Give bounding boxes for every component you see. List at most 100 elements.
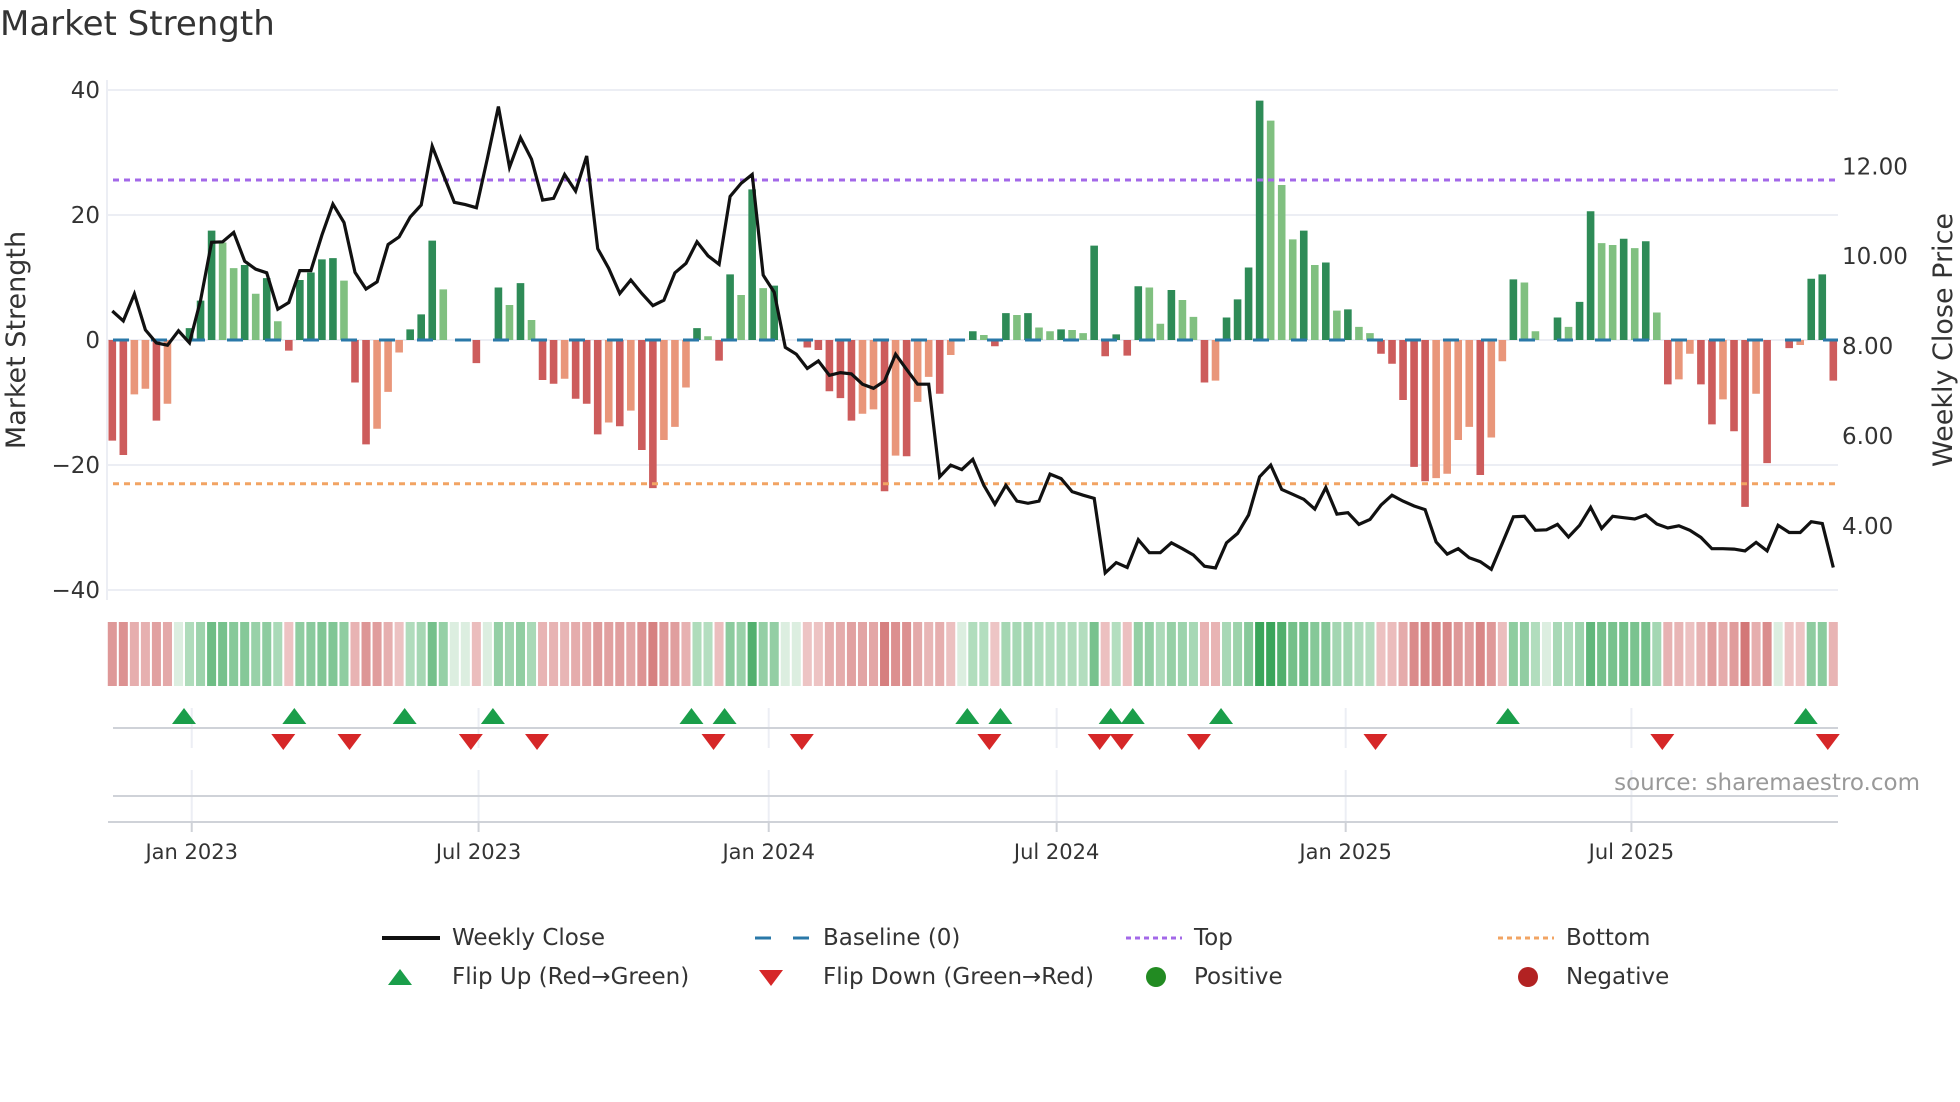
heat-cell [946,622,956,686]
positive-bar [296,280,304,340]
negative-bar [130,340,139,395]
negative-bar [660,340,668,440]
negative-bar [682,340,690,388]
heat-cell [1244,622,1254,686]
heat-cell [1222,622,1232,686]
positive-bar [1322,262,1330,340]
heat-cell [979,622,989,686]
negative-bar [373,340,381,429]
heat-cell [1100,622,1110,686]
heat-cell [692,622,702,686]
heat-cell [615,622,625,686]
heat-cell [460,622,470,686]
negative-bar [141,340,150,389]
flip-down-marker [1186,734,1211,750]
circle-icon [1146,967,1166,987]
heat-cell [1133,622,1143,686]
legend-positive[interactable]: Positive [1126,964,1283,990]
flip-up-marker [1120,708,1145,724]
positive-bar [340,280,348,340]
negative-bar [913,340,922,402]
positive-bar [1277,185,1286,340]
negative-bar [582,340,591,404]
heat-cell [162,622,172,686]
heat-strip [107,622,1838,686]
heat-cell [1023,622,1033,686]
negative-bar [1752,340,1760,394]
axes: 40 20 0 −20 −40 12.00 10.00 8.00 6.00 4.00 Jan 202… [1,78,1959,864]
flip-down-marker [1087,734,1112,750]
legend-negative[interactable]: Negative [1498,964,1669,990]
positive-bar [1553,317,1562,340]
positive-bar [1641,241,1650,340]
negative-bar [119,340,128,455]
heat-cell [1012,622,1022,686]
positive-bar [1630,248,1639,340]
positive-bar [1310,265,1319,340]
flip-up-marker [955,708,980,724]
heat-cell [1751,622,1761,686]
negative-bar [549,340,558,384]
positive-bar [1156,323,1165,340]
heat-cell [173,622,184,686]
negative-bar [1686,340,1694,354]
legend-top[interactable]: Top [1126,925,1233,951]
positive-bar [1818,274,1827,340]
heat-cell [1321,622,1331,686]
heat-cell [372,622,382,686]
heat-cell [1497,622,1507,686]
heat-cell [1067,622,1077,686]
heat-cell [394,622,404,686]
heat-cell [129,622,139,686]
negative-bar [715,340,723,361]
positive-bar [1189,316,1198,340]
heat-cell [1575,622,1585,686]
legend-weekly-close[interactable]: Weekly Close [382,925,605,951]
positive-bar [1586,211,1595,340]
flip-up-marker [679,708,704,724]
negative-bar [108,340,117,441]
legend-flip-up[interactable]: Flip Up (Red→Green) [382,964,689,990]
negative-bar [1763,340,1771,464]
positive-bar [406,329,414,340]
heat-cell [1199,622,1209,686]
negative-bar [593,340,602,435]
heat-cell [1332,622,1342,686]
heat-cell [1707,622,1717,686]
positive-bar [1145,287,1154,340]
heat-cell [571,622,581,686]
heat-cell [229,622,239,686]
heat-cell [957,622,967,686]
dashed-line-icon [755,936,811,940]
heat-cell [1541,622,1551,686]
legend-bottom[interactable]: Bottom [1498,925,1650,951]
flip-up-marker [1495,708,1520,724]
heat-cell [1166,622,1176,686]
heat-cell [107,622,117,686]
heat-cell [1718,622,1728,686]
heat-cell [1442,622,1452,686]
positive-bar [726,274,734,340]
positive-bar [1079,333,1087,340]
heat-cell [1475,622,1485,686]
flip-up-marker [1209,708,1234,724]
heat-cell [769,622,779,686]
solid-line-icon [382,936,440,940]
positive-bar [1178,300,1187,340]
positive-bar [527,320,536,340]
circle-icon [1518,967,1538,987]
y-axis-title: Market Strength [1,231,32,449]
positive-bar [505,305,514,340]
positive-bar [1520,282,1529,340]
legend-label: Weekly Close [452,925,605,951]
legend-flip-down[interactable]: Flip Down (Green→Red) [755,964,1094,990]
flip-down-marker [271,734,296,750]
legend-baseline[interactable]: Baseline (0) [755,925,960,951]
positive-bar [417,314,425,340]
negative-bar [836,340,845,399]
heat-cell [438,622,448,686]
heat-cell [1056,622,1066,686]
positive-bar [428,240,437,340]
negative-bar [1211,340,1220,381]
negative-bar [384,340,392,392]
